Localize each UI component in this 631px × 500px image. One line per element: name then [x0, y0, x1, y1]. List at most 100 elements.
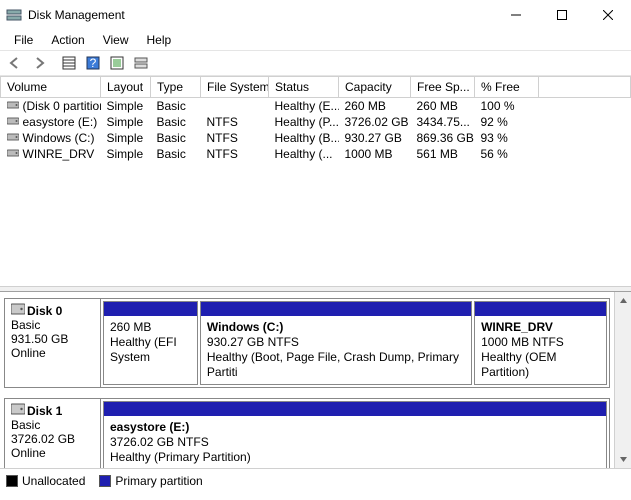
column-header[interactable]: % Free	[475, 77, 539, 98]
table-cell: 1000 MB	[339, 146, 411, 162]
table-cell: Healthy (P...	[269, 114, 339, 130]
minimize-button[interactable]	[493, 0, 539, 30]
table-cell: easystore (E:)	[1, 114, 101, 130]
table-cell: 3434.75...	[411, 114, 475, 130]
column-header[interactable]: Capacity	[339, 77, 411, 98]
disk-partitions: 260 MBHealthy (EFI SystemWindows (C:)930…	[101, 299, 609, 387]
partition-status: Healthy (Primary Partition)	[110, 450, 600, 465]
disk-header[interactable]: Disk 0Basic931.50 GBOnline	[5, 299, 101, 387]
table-header-row: VolumeLayoutTypeFile SystemStatusCapacit…	[1, 77, 631, 98]
close-button[interactable]	[585, 0, 631, 30]
table-cell: Basic	[151, 114, 201, 130]
table-row[interactable]: WINRE_DRVSimpleBasicNTFSHealthy (...1000…	[1, 146, 631, 162]
partition-size: 3726.02 GB NTFS	[110, 435, 600, 450]
column-header[interactable]: Type	[151, 77, 201, 98]
show-hide-button[interactable]	[58, 52, 80, 74]
window-title: Disk Management	[28, 8, 493, 22]
table-cell: Simple	[101, 98, 151, 115]
table-row[interactable]: (Disk 0 partition 1)SimpleBasic Healthy (…	[1, 98, 631, 115]
legend: UnallocatedPrimary partition	[0, 468, 631, 492]
partition-title: Windows (C:)	[207, 320, 465, 335]
table-row[interactable]: easystore (E:)SimpleBasicNTFSHealthy (P.…	[1, 114, 631, 130]
table-cell: (Disk 0 partition 1)	[1, 98, 101, 115]
vertical-scrollbar[interactable]	[614, 292, 631, 468]
disk-name: Disk 1	[27, 404, 62, 418]
refresh-button[interactable]	[106, 52, 128, 74]
partition-size: 1000 MB NTFS	[481, 335, 600, 350]
table-cell: 93 %	[475, 130, 539, 146]
maximize-button[interactable]	[539, 0, 585, 30]
column-header[interactable]: File System	[201, 77, 269, 98]
volume-icon	[7, 131, 19, 145]
disk-header[interactable]: Disk 1Basic3726.02 GBOnline	[5, 399, 101, 468]
menu-view[interactable]: View	[95, 31, 137, 49]
table-cell: Basic	[151, 98, 201, 115]
svg-text:?: ?	[90, 56, 97, 70]
disk-kind: Basic	[11, 418, 94, 432]
back-button[interactable]	[4, 52, 26, 74]
table-cell	[539, 146, 631, 162]
partition[interactable]: 260 MBHealthy (EFI System	[103, 301, 198, 385]
partition-stripe	[201, 302, 471, 316]
partition[interactable]: WINRE_DRV1000 MB NTFSHealthy (OEM Partit…	[474, 301, 607, 385]
table-cell: 3726.02 GB	[339, 114, 411, 130]
legend-swatch	[6, 475, 18, 487]
table-cell: 930.27 GB	[339, 130, 411, 146]
disk-state: Online	[11, 346, 94, 360]
disk-size: 931.50 GB	[11, 332, 94, 346]
partition-size: 260 MB	[110, 320, 191, 335]
table-cell	[539, 98, 631, 115]
legend-swatch	[99, 475, 111, 487]
table-cell: 561 MB	[411, 146, 475, 162]
partition-title: easystore (E:)	[110, 420, 600, 435]
volume-icon	[7, 147, 19, 161]
table-cell: NTFS	[201, 130, 269, 146]
volume-table: VolumeLayoutTypeFile SystemStatusCapacit…	[0, 76, 631, 286]
table-row[interactable]: Windows (C:)SimpleBasicNTFSHealthy (B...…	[1, 130, 631, 146]
table-cell: Simple	[101, 114, 151, 130]
menu-action[interactable]: Action	[43, 31, 92, 49]
partition-stripe	[475, 302, 606, 316]
disk-row: Disk 1Basic3726.02 GBOnlineeasystore (E:…	[4, 398, 610, 468]
table-cell: 92 %	[475, 114, 539, 130]
volume-icon	[7, 99, 19, 113]
partition-status: Healthy (Boot, Page File, Crash Dump, Pr…	[207, 350, 465, 380]
table-cell: Windows (C:)	[1, 130, 101, 146]
partition[interactable]: easystore (E:)3726.02 GB NTFSHealthy (Pr…	[103, 401, 607, 468]
forward-button[interactable]	[28, 52, 50, 74]
column-header[interactable]: Free Sp...	[411, 77, 475, 98]
partition-stripe	[104, 302, 197, 316]
table-cell: 260 MB	[339, 98, 411, 115]
partition[interactable]: Windows (C:)930.27 GB NTFSHealthy (Boot,…	[200, 301, 472, 385]
toolbar: ?	[0, 50, 631, 76]
disk-icon	[11, 303, 25, 318]
menu-file[interactable]: File	[6, 31, 41, 49]
table-cell: NTFS	[201, 114, 269, 130]
scroll-down-arrow[interactable]	[615, 451, 631, 468]
disk-list-button[interactable]	[130, 52, 152, 74]
scroll-up-arrow[interactable]	[615, 292, 631, 309]
help-button[interactable]: ?	[82, 52, 104, 74]
disk-size: 3726.02 GB	[11, 432, 94, 446]
menu-help[interactable]: Help	[139, 31, 180, 49]
app-icon	[6, 7, 22, 23]
table-cell: NTFS	[201, 146, 269, 162]
disk-icon	[11, 403, 25, 418]
disk-kind: Basic	[11, 318, 94, 332]
table-cell: 869.36 GB	[411, 130, 475, 146]
column-header[interactable]: Layout	[101, 77, 151, 98]
volume-icon	[7, 115, 19, 129]
column-header[interactable]: Volume	[1, 77, 101, 98]
column-header[interactable]: Status	[269, 77, 339, 98]
legend-item: Primary partition	[99, 474, 202, 488]
disk-partitions: easystore (E:)3726.02 GB NTFSHealthy (Pr…	[101, 399, 609, 468]
table-cell	[539, 130, 631, 146]
table-cell: Healthy (E...	[269, 98, 339, 115]
table-cell: Healthy (B...	[269, 130, 339, 146]
partition-status: Healthy (EFI System	[110, 335, 191, 365]
table-cell	[201, 98, 269, 115]
partition-title: WINRE_DRV	[481, 320, 600, 335]
table-cell: Simple	[101, 130, 151, 146]
table-cell	[539, 114, 631, 130]
disk-name: Disk 0	[27, 304, 62, 318]
